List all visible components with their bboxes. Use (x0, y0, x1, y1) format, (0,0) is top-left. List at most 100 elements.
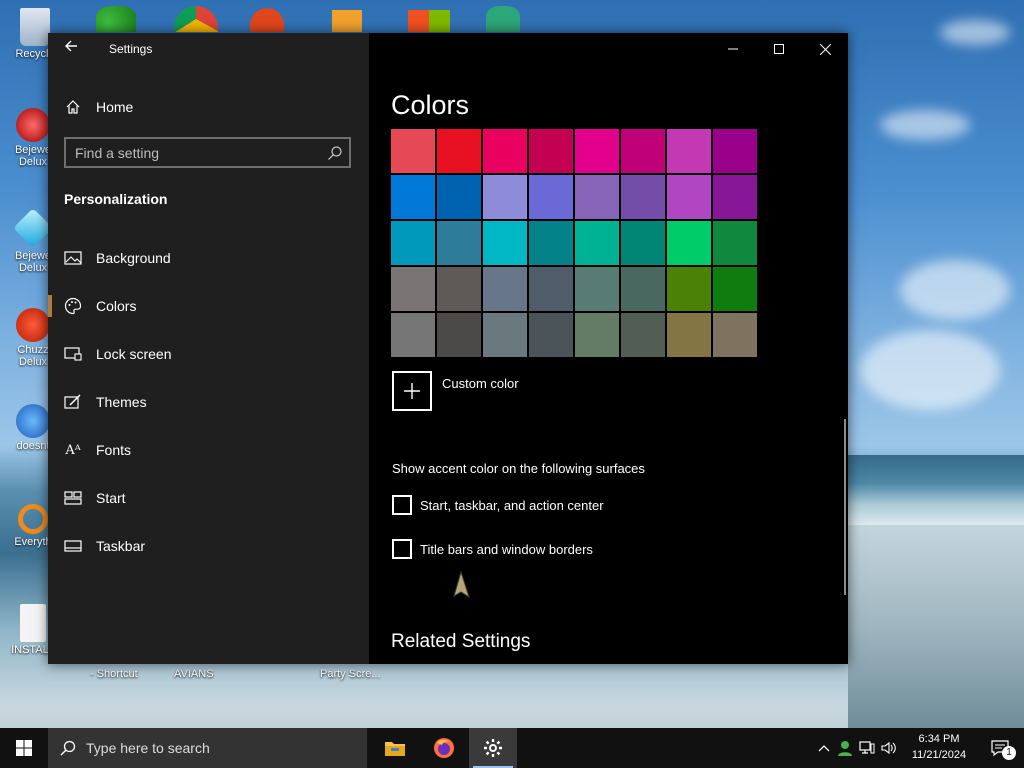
accent-color-swatch[interactable] (575, 129, 619, 173)
people-icon[interactable] (96, 6, 136, 32)
sidebar-item-fonts[interactable]: Aᴬ Fonts (48, 426, 369, 474)
checkbox-start-taskbar[interactable]: Start, taskbar, and action center (392, 495, 604, 515)
accent-color-swatch[interactable] (575, 175, 619, 219)
desktop-label: Party Scre... (320, 668, 381, 680)
clock[interactable]: 6:34 PM 11/21/2024 (902, 731, 976, 763)
accent-color-swatch[interactable] (713, 221, 757, 265)
accent-color-swatch[interactable] (713, 129, 757, 173)
accent-color-swatch[interactable] (437, 175, 481, 219)
system-tray (814, 728, 900, 768)
checkbox-box[interactable] (392, 495, 412, 515)
custom-color-button[interactable]: Custom color (392, 371, 519, 411)
accent-color-swatch[interactable] (391, 313, 435, 357)
accent-color-swatch[interactable] (529, 267, 573, 311)
accent-color-swatch[interactable] (667, 129, 711, 173)
accent-color-swatch[interactable] (713, 175, 757, 219)
accent-color-swatch[interactable] (391, 267, 435, 311)
clock-date: 11/21/2024 (911, 749, 967, 761)
scrollbar[interactable] (844, 419, 846, 595)
cloud (880, 110, 970, 140)
home-icon (64, 98, 82, 116)
app-icon[interactable] (332, 10, 362, 32)
accent-color-swatch[interactable] (713, 313, 757, 357)
accent-color-swatch[interactable] (667, 313, 711, 357)
accent-color-swatch[interactable] (621, 313, 665, 357)
accent-color-swatch[interactable] (529, 313, 573, 357)
search-input[interactable] (66, 139, 349, 166)
accent-color-swatch[interactable] (437, 129, 481, 173)
accent-color-swatch[interactable] (483, 267, 527, 311)
accent-color-swatch[interactable] (621, 267, 665, 311)
sidebar-item-taskbar[interactable]: Taskbar (48, 522, 369, 570)
desktop-label: - Shortcut (90, 668, 138, 680)
desktop-icon-label: doesnt (16, 440, 50, 452)
chrome-icon[interactable] (174, 6, 218, 32)
settings-taskbar-button[interactable] (469, 728, 517, 768)
accent-color-swatch[interactable] (713, 267, 757, 311)
home-label: Home (96, 99, 134, 115)
checkbox-title-bars[interactable]: Title bars and window borders (392, 539, 593, 559)
network-icon[interactable] (856, 741, 878, 755)
find-setting-search[interactable] (64, 137, 351, 168)
accent-color-swatch[interactable] (667, 267, 711, 311)
sidebar-item-colors[interactable]: Colors (48, 282, 369, 330)
chevron-up-icon[interactable] (814, 744, 834, 752)
accent-color-swatch[interactable] (437, 313, 481, 357)
accent-color-swatch[interactable] (667, 175, 711, 219)
sidebar-item-label: Fonts (96, 442, 132, 458)
accent-color-swatch[interactable] (391, 221, 435, 265)
custom-color-label: Custom color (442, 376, 519, 391)
taskbar-search[interactable]: Type here to search (48, 728, 367, 768)
taskbar-search-placeholder: Type here to search (86, 740, 210, 756)
store-icon[interactable] (408, 10, 450, 32)
maximize-button[interactable] (756, 33, 802, 65)
avatar-icon[interactable] (486, 6, 520, 32)
checkbox-label: Start, taskbar, and action center (420, 497, 604, 513)
bird-icon (16, 404, 50, 438)
accent-color-swatch[interactable] (483, 129, 527, 173)
start-button[interactable] (0, 728, 48, 768)
accent-color-swatch[interactable] (437, 267, 481, 311)
file-explorer-button[interactable] (371, 728, 419, 768)
accent-color-swatch[interactable] (621, 221, 665, 265)
settings-window: Settings Home Personalization Background (48, 33, 848, 664)
start-icon (64, 489, 82, 507)
app-icon[interactable] (250, 8, 284, 32)
sidebar-item-background[interactable]: Background (48, 234, 369, 282)
accent-color-swatch[interactable] (621, 129, 665, 173)
accent-color-swatch[interactable] (621, 175, 665, 219)
accent-color-swatch[interactable] (575, 313, 619, 357)
accent-color-swatch[interactable] (667, 221, 711, 265)
accent-color-swatch[interactable] (575, 267, 619, 311)
volume-icon[interactable] (878, 741, 900, 755)
accent-color-swatch[interactable] (391, 175, 435, 219)
accent-color-swatch[interactable] (529, 129, 573, 173)
firefox-button[interactable] (420, 728, 468, 768)
user-icon[interactable] (834, 740, 856, 756)
windows-logo-icon (16, 740, 32, 756)
accent-color-swatch[interactable] (483, 175, 527, 219)
section-title: Personalization (64, 191, 168, 207)
accent-color-swatch[interactable] (483, 313, 527, 357)
accent-color-swatch[interactable] (483, 221, 527, 265)
accent-color-swatch[interactable] (529, 175, 573, 219)
minimize-button[interactable] (710, 33, 756, 65)
sea (848, 455, 1024, 525)
close-button[interactable] (802, 33, 848, 65)
sidebar-item-lock-screen[interactable]: Lock screen (48, 330, 369, 378)
window-controls (710, 33, 848, 65)
recycle-bin-icon (20, 8, 50, 46)
sidebar-item-themes[interactable]: Themes (48, 378, 369, 426)
action-center-button[interactable]: 1 (980, 728, 1020, 768)
sidebar-item-label: Start (96, 490, 126, 506)
checkbox-box[interactable] (392, 539, 412, 559)
search-icon[interactable] (327, 145, 343, 161)
accent-color-swatch[interactable] (391, 129, 435, 173)
accent-color-swatch[interactable] (529, 221, 573, 265)
title-bar[interactable]: Settings (48, 33, 369, 65)
sidebar-item-start[interactable]: Start (48, 474, 369, 522)
home-link[interactable]: Home (64, 95, 133, 119)
accent-color-swatch[interactable] (437, 221, 481, 265)
back-button[interactable] (60, 39, 82, 59)
accent-color-swatch[interactable] (575, 221, 619, 265)
